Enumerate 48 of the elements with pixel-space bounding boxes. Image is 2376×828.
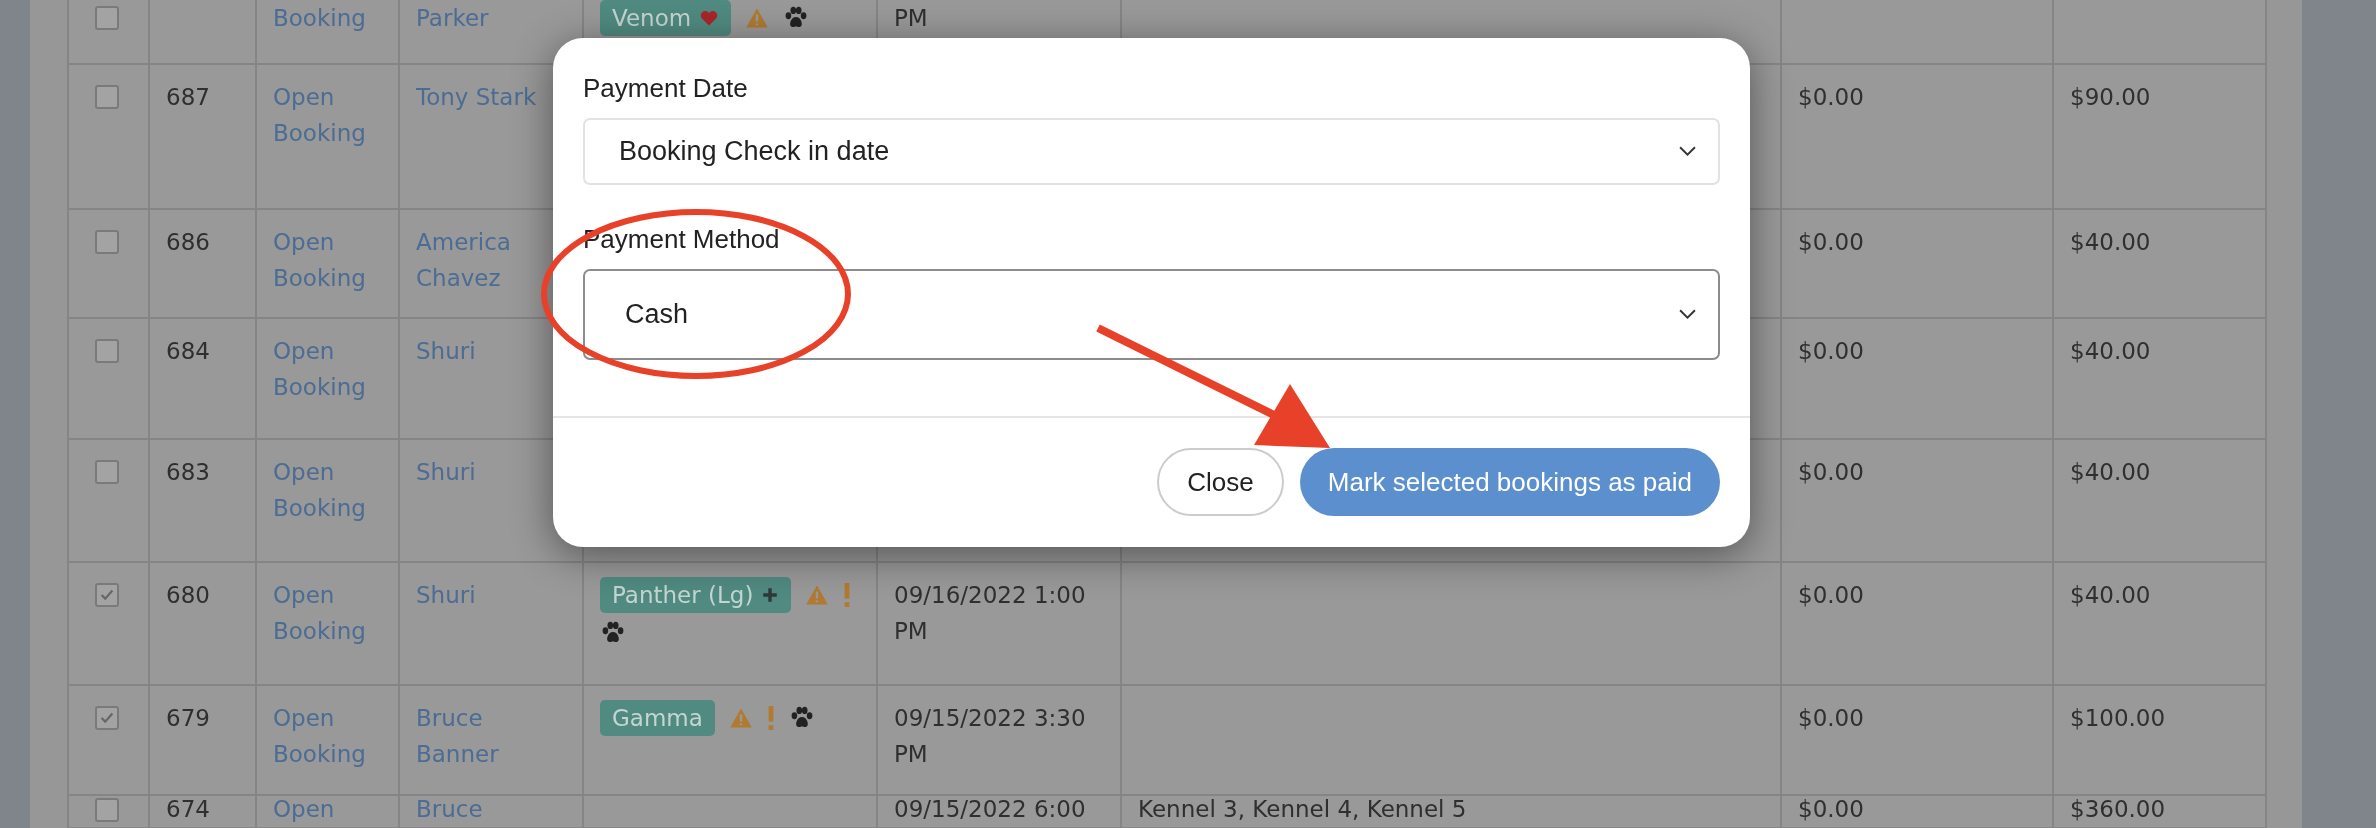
row-checkbox[interactable] (95, 706, 119, 730)
amount-paid: $0.00 (1798, 338, 1864, 364)
amount-total: $40.00 (2070, 459, 2151, 485)
row-checkbox[interactable] (95, 6, 119, 30)
amount-paid: $0.00 (1798, 229, 1864, 255)
amount-paid: $0.00 (1798, 582, 1864, 608)
row-checkbox[interactable] (95, 85, 119, 109)
amount-total: $40.00 (2070, 229, 2151, 255)
booking-id: 687 (166, 84, 210, 110)
booking-id: 674 (166, 796, 210, 822)
booking-id: 683 (166, 459, 210, 485)
dropdown-select[interactable]: Booking Check in date (583, 118, 1720, 185)
booking-id: 679 (166, 705, 210, 731)
pet-badge: Venom (600, 0, 732, 36)
booking-date: 09/16/2022 1:00 PM (894, 582, 1086, 644)
booking-date: 09/15/2022 3:30 PM (894, 705, 1086, 767)
kennel-list: Kennel 3, Kennel 4, Kennel 5 (1138, 796, 1467, 822)
amount-total: $40.00 (2070, 582, 2151, 608)
booking-id: 686 (166, 229, 210, 255)
amount-paid: $0.00 (1798, 705, 1864, 731)
amount-paid: $0.00 (1798, 796, 1864, 822)
row-checkbox[interactable] (95, 339, 119, 363)
dropdown-select[interactable]: Cash (583, 269, 1720, 360)
amount-total: $360.00 (2070, 796, 2166, 822)
amount-paid: $0.00 (1798, 84, 1864, 110)
amount-total: $90.00 (2070, 84, 2151, 110)
row-checkbox[interactable] (95, 230, 119, 254)
amount-paid: $0.00 (1798, 459, 1864, 485)
booking-date: 09/15/2022 6:00 (894, 796, 1086, 822)
customer-name-link[interactable]: Shuri (416, 333, 476, 369)
customer-name-link[interactable]: Shuri (416, 577, 476, 613)
pet-badge: Gamma (600, 700, 715, 736)
row-checkbox[interactable] (95, 460, 119, 484)
customer-name-link[interactable]: Tony Stark (416, 79, 537, 115)
amount-total: $100.00 (2070, 705, 2166, 731)
amount-total: $40.00 (2070, 338, 2151, 364)
field-label: Payment Date (583, 72, 748, 104)
customer-name-link[interactable]: Shuri (416, 454, 476, 490)
close-button[interactable]: Close (1157, 448, 1284, 516)
booking-date: PM (894, 5, 928, 31)
row-checkbox[interactable] (95, 583, 119, 607)
chevron-down-icon (1679, 309, 1696, 320)
booking-id: 680 (166, 582, 210, 608)
chevron-down-icon (1679, 146, 1696, 157)
row-checkbox[interactable] (95, 798, 119, 822)
pet-badge: Panther (Lg) (600, 577, 792, 613)
mark-paid-button[interactable]: Mark selected bookings as paid (1299, 448, 1720, 516)
booking-id: 684 (166, 338, 210, 364)
